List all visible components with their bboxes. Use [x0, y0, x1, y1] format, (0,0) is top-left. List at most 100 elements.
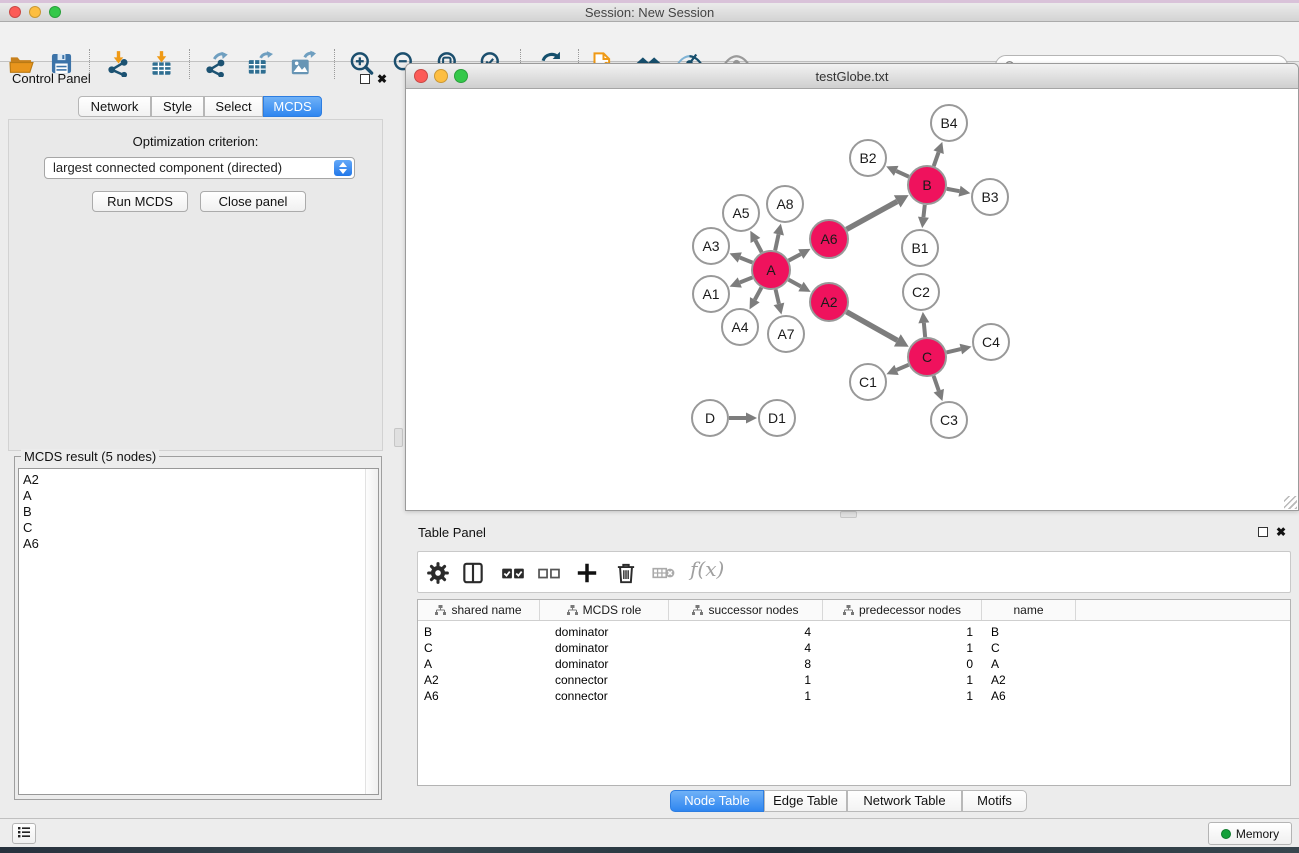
table-cell[interactable]: 1: [669, 688, 823, 704]
table-cell[interactable]: dominator: [540, 640, 669, 656]
mcds-result-list[interactable]: A2ABCA6: [18, 468, 379, 795]
table-row[interactable]: Adominator80A: [418, 656, 1290, 672]
table-cell[interactable]: A: [982, 656, 1076, 672]
graph-edge-C-C4[interactable]: [946, 349, 960, 352]
table-cell[interactable]: B: [418, 624, 540, 640]
criterion-select[interactable]: largest connected component (directed): [44, 157, 355, 179]
table-row[interactable]: A2connector11A2: [418, 672, 1290, 688]
graph-edge-A-A8[interactable]: [775, 234, 778, 250]
table-row[interactable]: Bdominator41B: [418, 624, 1290, 640]
tab-edge-table[interactable]: Edge Table: [764, 790, 847, 812]
export-image-button[interactable]: [289, 50, 316, 77]
export-network-button[interactable]: [203, 50, 230, 77]
run-mcds-button[interactable]: Run MCDS: [92, 191, 188, 212]
zoom-in-button[interactable]: [348, 50, 375, 77]
tab-select[interactable]: Select: [204, 96, 263, 117]
show-columns-button[interactable]: [460, 560, 486, 586]
control-panel-close-button[interactable]: ✖: [377, 72, 387, 86]
delete-column-button[interactable]: [650, 560, 676, 586]
column-settings-button[interactable]: [425, 560, 451, 586]
memory-button[interactable]: Memory: [1208, 822, 1292, 845]
mcds-result-item[interactable]: A: [19, 488, 378, 504]
tab-mcds[interactable]: MCDS: [263, 96, 322, 117]
apply-function-button[interactable]: f(x): [690, 557, 724, 581]
mcds-result-item[interactable]: C: [19, 520, 378, 536]
mcds-result-item[interactable]: A2: [19, 472, 378, 488]
mcds-result-item[interactable]: B: [19, 504, 378, 520]
graph-edge-B-B1[interactable]: [923, 205, 924, 217]
network-minimize-button[interactable]: [434, 69, 448, 83]
add-row-button[interactable]: [574, 560, 600, 586]
export-table-button[interactable]: [246, 50, 273, 77]
graph-edge-A-A4[interactable]: [755, 288, 762, 300]
table-cell[interactable]: dominator: [540, 624, 669, 640]
graph-edge-A-A1[interactable]: [740, 277, 753, 282]
window-resize-grip[interactable]: [1284, 496, 1297, 509]
zoom-window-button[interactable]: [49, 6, 61, 18]
table-panel-float-button[interactable]: [1258, 527, 1268, 537]
tab-network[interactable]: Network: [78, 96, 151, 117]
table-cell[interactable]: A2: [418, 672, 540, 688]
table-cell[interactable]: 1: [823, 672, 982, 688]
column-header-successor-nodes[interactable]: successor nodes: [669, 600, 823, 620]
graph-edge-B-B2[interactable]: [896, 171, 909, 177]
control-panel-float-button[interactable]: [360, 74, 370, 84]
table-cell[interactable]: 1: [823, 624, 982, 640]
table-cell[interactable]: B: [982, 624, 1076, 640]
table-cell[interactable]: A6: [418, 688, 540, 704]
table-cell[interactable]: 1: [823, 640, 982, 656]
graph-edge-A-A7[interactable]: [776, 289, 779, 303]
graph-edge-A-A6[interactable]: [789, 254, 801, 260]
table-cell[interactable]: 1: [823, 688, 982, 704]
graph-edge-A-A2[interactable]: [789, 280, 801, 287]
table-cell[interactable]: A: [418, 656, 540, 672]
table-cell[interactable]: A2: [982, 672, 1076, 688]
import-table-button[interactable]: [148, 50, 175, 77]
network-zoom-button[interactable]: [454, 69, 468, 83]
table-cell[interactable]: A6: [982, 688, 1076, 704]
table-cell[interactable]: 8: [669, 656, 823, 672]
table-cell[interactable]: connector: [540, 688, 669, 704]
tab-style[interactable]: Style: [151, 96, 204, 117]
close-window-button[interactable]: [9, 6, 21, 18]
table-cell[interactable]: 4: [669, 640, 823, 656]
table-cell[interactable]: C: [418, 640, 540, 656]
table-row[interactable]: Cdominator41C: [418, 640, 1290, 656]
column-header-mcds-role[interactable]: MCDS role: [540, 600, 669, 620]
close-panel-button[interactable]: Close panel: [200, 191, 306, 212]
graph-edge-A-A3[interactable]: [740, 258, 753, 263]
splitter-handle-horizontal[interactable]: [840, 511, 857, 518]
network-close-button[interactable]: [414, 69, 428, 83]
table-cell[interactable]: C: [982, 640, 1076, 656]
table-cell[interactable]: dominator: [540, 656, 669, 672]
scrollbar[interactable]: [365, 469, 378, 794]
table-cell[interactable]: 1: [669, 672, 823, 688]
table-cell[interactable]: connector: [540, 672, 669, 688]
tab-network-table[interactable]: Network Table: [847, 790, 962, 812]
column-header-predecessor-nodes[interactable]: predecessor nodes: [823, 600, 982, 620]
network-canvas[interactable]: B4B2BB3A5A8A6A3B1AA1C2A2A4A7C4CC1C3DD1: [406, 89, 1298, 510]
tab-node-table[interactable]: Node Table: [670, 790, 764, 812]
graph-edge-A-A5[interactable]: [755, 240, 761, 252]
import-network-button[interactable]: [105, 50, 132, 77]
unselect-all-button[interactable]: [536, 560, 562, 586]
graph-edge-C-C1[interactable]: [897, 365, 909, 370]
graph-edge-B-B3[interactable]: [947, 189, 960, 191]
graph-edge-A2-C[interactable]: [846, 312, 897, 341]
tab-motifs[interactable]: Motifs: [962, 790, 1027, 812]
graph-edge-A6-B[interactable]: [847, 201, 898, 229]
column-header-shared-name[interactable]: shared name: [418, 600, 540, 620]
graph-edge-C-C2[interactable]: [924, 323, 925, 337]
column-header-name[interactable]: name: [982, 600, 1076, 620]
table-cell[interactable]: 4: [669, 624, 823, 640]
splitter-handle-vertical[interactable]: [394, 428, 403, 447]
table-panel-close-button[interactable]: ✖: [1276, 525, 1286, 539]
graph-edge-B-B4[interactable]: [934, 152, 939, 166]
graph-edge-C-C3[interactable]: [934, 376, 939, 391]
table-row[interactable]: A6connector11A6: [418, 688, 1290, 704]
task-history-button[interactable]: [12, 823, 36, 844]
mcds-result-item[interactable]: A6: [19, 536, 378, 552]
table-cell[interactable]: 0: [823, 656, 982, 672]
delete-row-button[interactable]: [613, 560, 639, 586]
select-all-button[interactable]: [500, 560, 526, 586]
